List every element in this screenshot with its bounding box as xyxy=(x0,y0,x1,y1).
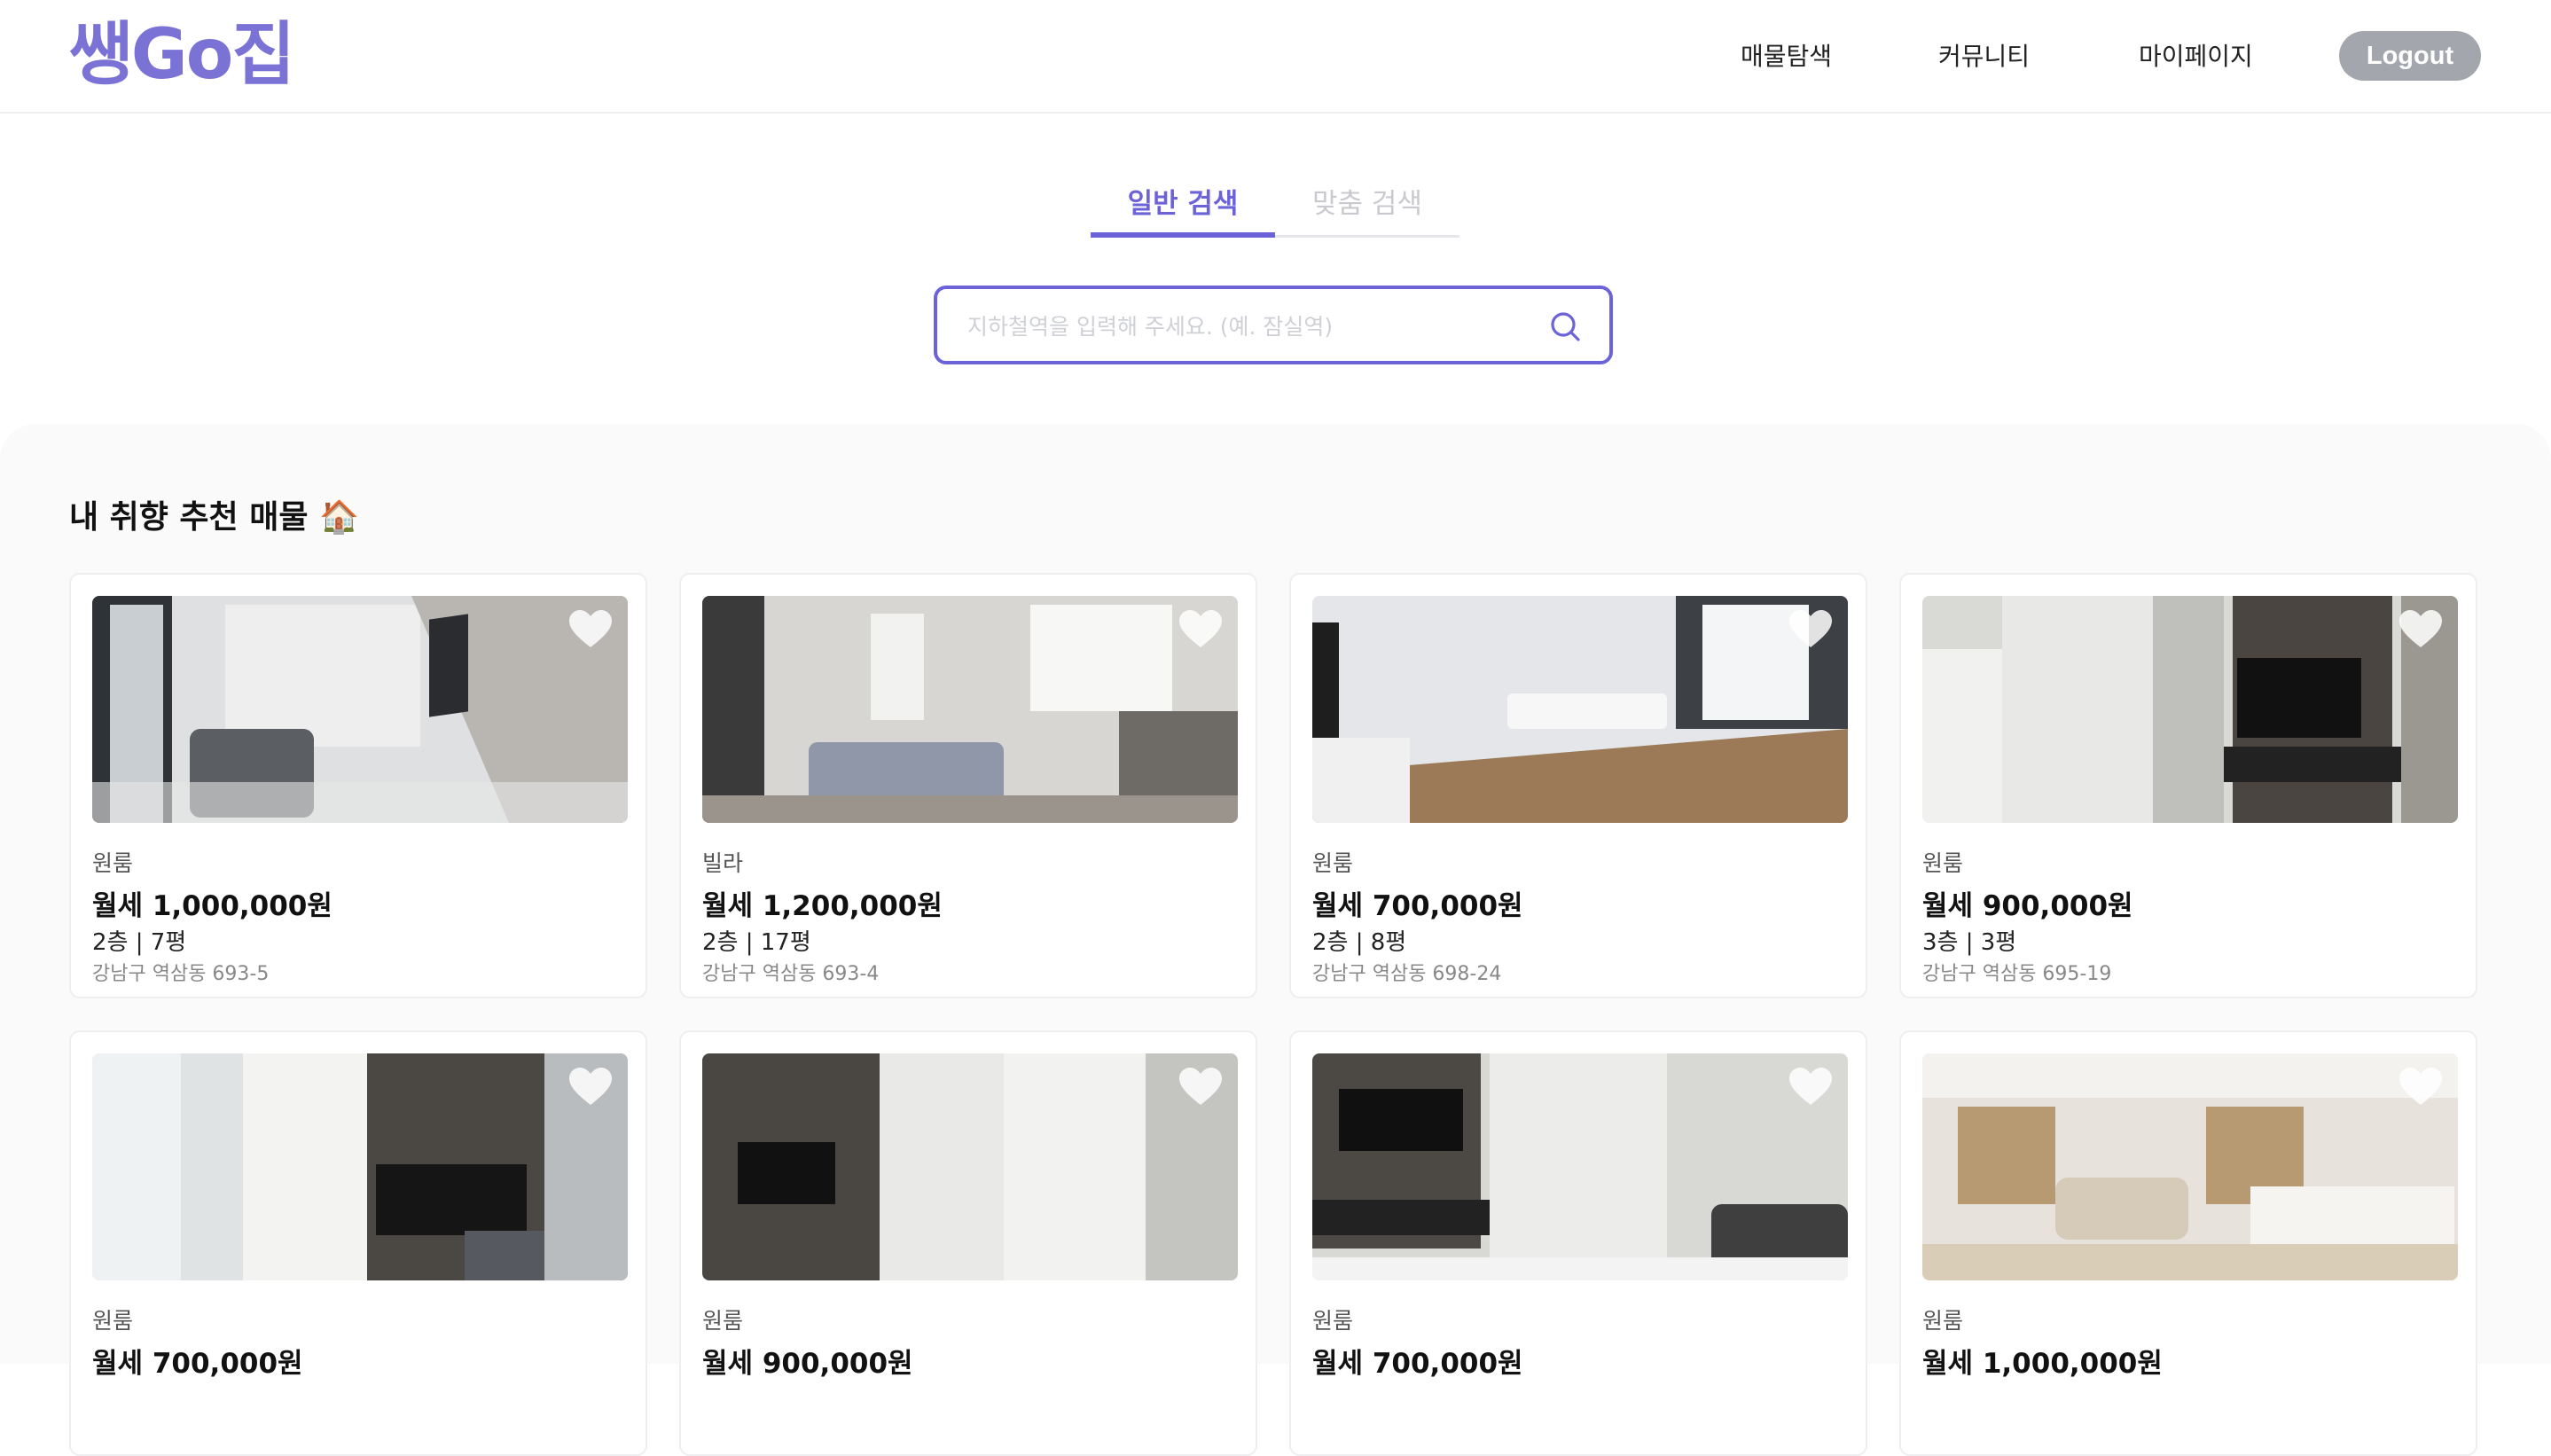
search-tabs: 일반 검색 맞춤 검색 xyxy=(1091,173,1459,242)
heart-icon[interactable] xyxy=(1178,608,1224,651)
listing-type: 원룸 xyxy=(1312,1308,1354,1334)
heart-icon[interactable] xyxy=(2398,608,2444,651)
heart-icon[interactable] xyxy=(1178,1066,1224,1108)
listing-price: 월세 1,200,000원 xyxy=(702,890,943,922)
listing-floor: 2층 | 17평 xyxy=(702,929,811,956)
listing-address: 강남구 역삼동 693-4 xyxy=(702,963,880,985)
heart-icon[interactable] xyxy=(567,1066,614,1108)
listing-type: 원룸 xyxy=(1312,850,1354,876)
nav-item-browse[interactable]: 매물탐색 xyxy=(1741,35,1832,78)
tab-custom-search[interactable]: 맞춤 검색 xyxy=(1275,173,1459,238)
listing-card[interactable]: 원룸 월세 900,000원 3층 | 3평 강남구 역삼동 695-19 xyxy=(1899,573,2477,998)
listing-address: 강남구 역삼동 695-19 xyxy=(1922,963,2112,985)
listing-address: 강남구 역삼동 698-24 xyxy=(1312,963,1502,985)
listing-address: 강남구 역삼동 693-5 xyxy=(92,963,270,985)
nav-item-mypage[interactable]: 마이페이지 xyxy=(2139,35,2253,78)
listing-photo xyxy=(1312,596,1848,823)
listing-price: 월세 700,000원 xyxy=(92,1348,303,1380)
logout-button[interactable]: Logout xyxy=(2339,31,2481,81)
listing-floor: 2층 | 8평 xyxy=(1312,929,1407,956)
listing-photo xyxy=(92,1053,628,1280)
listing-price: 월세 700,000원 xyxy=(1312,1348,1523,1380)
listing-floor: 2층 | 7평 xyxy=(92,929,187,956)
listing-photo xyxy=(702,596,1238,823)
search-input[interactable] xyxy=(966,305,1528,348)
heart-icon[interactable] xyxy=(567,608,614,651)
listing-price: 월세 1,000,000원 xyxy=(92,890,333,922)
heart-icon[interactable] xyxy=(1788,608,1834,651)
listing-card[interactable]: 원룸 월세 700,000원 xyxy=(69,1030,647,1456)
listing-price: 월세 700,000원 xyxy=(1312,890,1523,922)
listing-type: 원룸 xyxy=(92,1308,134,1334)
search-bar xyxy=(934,286,1613,364)
listing-type: 원룸 xyxy=(1922,850,1964,876)
section-title: 내 취향 추천 매물 🏠 xyxy=(69,499,359,536)
listing-floor: 3층 | 3평 xyxy=(1922,929,2017,956)
listing-card[interactable]: 원룸 월세 900,000원 xyxy=(679,1030,1257,1456)
listing-price: 월세 900,000원 xyxy=(702,1348,913,1380)
listing-price: 월세 900,000원 xyxy=(1922,890,2133,922)
top-header: 쌩Go집 매물탐색 커뮤니티 마이페이지 Logout xyxy=(0,0,2551,114)
listing-card[interactable]: 빌라 월세 1,200,000원 2층 | 17평 강남구 역삼동 693-4 xyxy=(679,573,1257,998)
tab-general-search[interactable]: 일반 검색 xyxy=(1091,173,1275,238)
listing-type: 원룸 xyxy=(1922,1308,1964,1334)
listing-photo xyxy=(702,1053,1238,1280)
listing-card[interactable]: 원룸 월세 1,000,000원 xyxy=(1899,1030,2477,1456)
app-logo[interactable]: 쌩Go집 xyxy=(69,12,295,98)
heart-icon[interactable] xyxy=(2398,1066,2444,1108)
listing-photo xyxy=(92,596,628,823)
listing-type: 원룸 xyxy=(702,1308,744,1334)
listing-card[interactable]: 원룸 월세 1,000,000원 2층 | 7평 강남구 역삼동 693-5 xyxy=(69,573,647,998)
listing-type: 빌라 xyxy=(702,850,744,876)
listing-photo xyxy=(1922,1053,2458,1280)
search-icon[interactable] xyxy=(1547,309,1583,344)
listing-photo xyxy=(1922,596,2458,823)
listing-type: 원룸 xyxy=(92,850,134,876)
listing-photo xyxy=(1312,1053,1848,1280)
listing-price: 월세 1,000,000원 xyxy=(1922,1348,2163,1380)
heart-icon[interactable] xyxy=(1788,1066,1834,1108)
nav-item-community[interactable]: 커뮤니티 xyxy=(1938,35,2030,78)
listing-card[interactable]: 원룸 월세 700,000원 2층 | 8평 강남구 역삼동 698-24 xyxy=(1289,573,1867,998)
listing-card[interactable]: 원룸 월세 700,000원 xyxy=(1289,1030,1867,1456)
